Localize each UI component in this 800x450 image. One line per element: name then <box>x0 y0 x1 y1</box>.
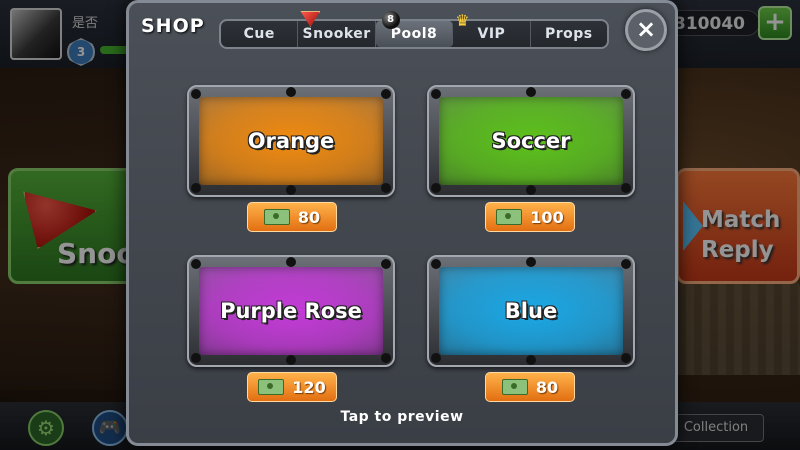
price-value: 80 <box>535 377 559 397</box>
table-card-orange[interactable]: Orange <box>187 85 395 197</box>
buy-blue-button[interactable]: 80 <box>485 372 575 402</box>
snooker-triangle-icon <box>300 11 321 27</box>
tab-vip-label: VIP <box>477 26 506 42</box>
vip-crown-icon: ♛ <box>455 11 471 30</box>
eight-ball-icon: 8 <box>381 11 400 29</box>
shop-dialog: SHOP Cue Snooker 8 Pool8 ♛ VIP Props × O… <box>126 0 678 446</box>
price-value: 100 <box>530 207 564 227</box>
pocket <box>526 185 536 195</box>
pocket <box>191 183 201 193</box>
pocket <box>621 89 631 99</box>
pocket <box>526 355 536 365</box>
table-name: Orange <box>247 129 335 153</box>
tap-to-preview-hint: Tap to preview <box>340 409 464 425</box>
tab-vip[interactable]: ♛ VIP <box>453 13 531 47</box>
shop-tab-bar: Cue Snooker 8 Pool8 ♛ VIP Props <box>219 11 609 49</box>
buy-purple-rose-button[interactable]: 120 <box>247 372 337 402</box>
pocket <box>191 353 201 363</box>
tab-snooker-label: Snooker <box>302 26 371 42</box>
pocket <box>191 259 201 269</box>
cash-icon <box>496 209 523 225</box>
table-card-soccer[interactable]: Soccer <box>427 85 635 197</box>
pocket <box>286 355 296 365</box>
cash-icon <box>263 209 290 225</box>
table-card-blue[interactable]: Blue <box>427 255 635 367</box>
tab-snooker[interactable]: Snooker <box>298 11 376 47</box>
table-name: Blue <box>504 299 558 323</box>
tab-cue-label: Cue <box>243 26 275 42</box>
pocket <box>621 183 631 193</box>
pocket <box>381 89 391 99</box>
pocket <box>286 257 296 267</box>
pocket <box>381 353 391 363</box>
pocket <box>191 89 201 99</box>
tab-pool8[interactable]: 8 Pool8 <box>375 11 454 47</box>
pocket <box>431 353 441 363</box>
pocket <box>431 259 441 269</box>
shop-title: SHOP <box>141 15 205 37</box>
close-icon: × <box>635 15 657 43</box>
pocket <box>526 257 536 267</box>
pocket <box>431 183 441 193</box>
buy-orange-button[interactable]: 80 <box>247 202 337 232</box>
buy-soccer-button[interactable]: 100 <box>485 202 575 232</box>
pocket <box>286 87 296 97</box>
pocket <box>621 259 631 269</box>
table-name: Soccer <box>491 129 571 153</box>
pocket <box>621 353 631 363</box>
tab-pool8-label: Pool8 <box>390 26 438 42</box>
table-name: Purple Rose <box>220 299 362 323</box>
tab-cue[interactable]: Cue <box>221 21 299 47</box>
table-card-purple-rose[interactable]: Purple Rose <box>187 255 395 367</box>
close-button[interactable]: × <box>625 9 667 51</box>
pocket <box>381 183 391 193</box>
price-value: 80 <box>297 207 321 227</box>
cash-icon <box>258 379 285 395</box>
pocket <box>431 89 441 99</box>
tab-props-label: Props <box>545 26 593 42</box>
pocket <box>381 259 391 269</box>
cash-icon <box>501 379 528 395</box>
pocket <box>286 185 296 195</box>
pocket <box>526 87 536 97</box>
price-value: 120 <box>292 377 326 397</box>
tab-props[interactable]: Props <box>531 21 607 47</box>
